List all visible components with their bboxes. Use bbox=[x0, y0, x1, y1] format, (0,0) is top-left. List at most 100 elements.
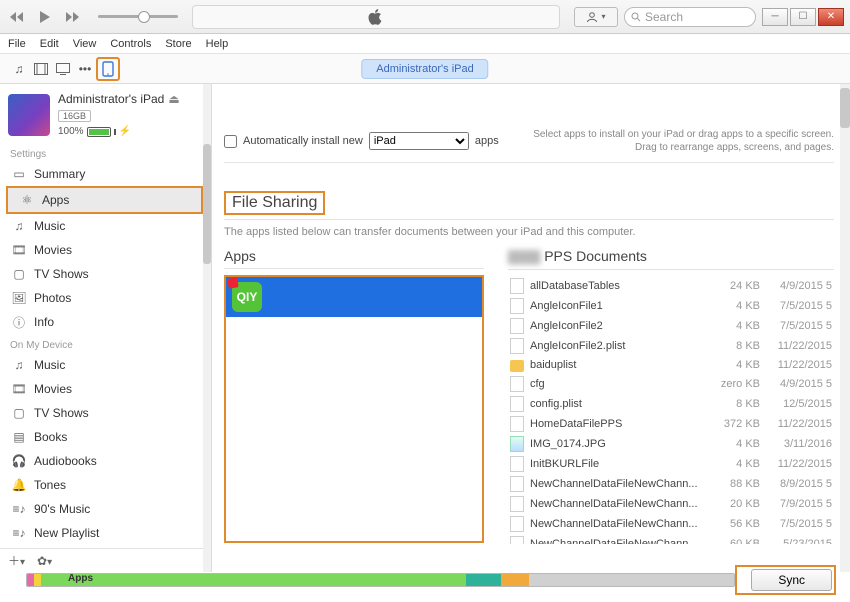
document-row[interactable]: HomeDataFilePPS372 KB11/22/2015 bbox=[508, 414, 834, 434]
sidebar-item-info[interactable]: ⓘInfo bbox=[0, 310, 211, 334]
menu-edit[interactable]: Edit bbox=[40, 38, 59, 50]
sidebar-item-od-90smusic[interactable]: ≡♪90's Music bbox=[0, 497, 211, 521]
docs-column-heading: ▇▇▇ PPS Documents bbox=[508, 248, 834, 270]
close-button[interactable]: ✕ bbox=[818, 8, 844, 26]
sidebar-item-od-movies[interactable]: 🎞Movies bbox=[0, 377, 211, 401]
menu-store[interactable]: Store bbox=[165, 38, 191, 50]
movies-icon: 🎞 bbox=[12, 382, 26, 396]
tv-tab-icon[interactable] bbox=[52, 58, 74, 80]
sidebar-item-photos[interactable]: 🖼Photos bbox=[0, 286, 211, 310]
file-icon bbox=[510, 278, 524, 294]
apple-logo-icon bbox=[368, 9, 384, 25]
prev-button[interactable] bbox=[6, 8, 28, 26]
document-row[interactable]: NewChannelDataFileNewChann...60 KB5/23/2… bbox=[508, 534, 834, 544]
sidebar-item-movies[interactable]: 🎞Movies bbox=[0, 238, 211, 262]
sidebar-item-od-tones[interactable]: 🔔Tones bbox=[0, 473, 211, 497]
document-date: 5/23/2015 bbox=[766, 538, 832, 544]
file-sharing-subheading: The apps listed below can transfer docum… bbox=[224, 226, 834, 238]
documents-list[interactable]: allDatabaseTables24 KB4/9/2015 5AngleIco… bbox=[508, 276, 834, 544]
document-row[interactable]: allDatabaseTables24 KB4/9/2015 5 bbox=[508, 276, 834, 296]
settings-section-label: Settings bbox=[0, 143, 211, 162]
document-date: 8/9/2015 5 bbox=[766, 478, 832, 490]
document-row[interactable]: IMG_0174.JPG4 KB3/11/2016 bbox=[508, 434, 834, 454]
document-size: 372 KB bbox=[708, 418, 760, 430]
file-icon bbox=[510, 416, 524, 432]
sidebar-scrollbar[interactable] bbox=[203, 84, 211, 572]
capacity-segment bbox=[501, 574, 529, 586]
capacity-segment bbox=[529, 574, 734, 586]
sidebar-item-od-music[interactable]: ♫Music bbox=[0, 353, 211, 377]
document-name: AngleIconFile2 bbox=[530, 320, 702, 332]
document-row[interactable]: baiduplist4 KB11/22/2015 bbox=[508, 356, 834, 374]
document-row[interactable]: AngleIconFile24 KB7/5/2015 5 bbox=[508, 316, 834, 336]
document-date: 11/22/2015 bbox=[766, 458, 832, 470]
file-icon bbox=[510, 298, 524, 314]
document-row[interactable]: InitBKURLFile4 KB11/22/2015 bbox=[508, 454, 834, 474]
document-row[interactable]: NewChannelDataFileNewChann...56 KB7/5/20… bbox=[508, 514, 834, 534]
apps-column-heading: Apps bbox=[224, 248, 484, 269]
document-row[interactable]: AngleIconFile2.plist8 KB11/22/2015 bbox=[508, 336, 834, 356]
document-name: HomeDataFilePPS bbox=[530, 418, 702, 430]
sync-button[interactable]: Sync bbox=[751, 569, 832, 591]
music-tab-icon[interactable]: ♫ bbox=[8, 58, 30, 80]
content-scrollbar[interactable] bbox=[840, 84, 850, 572]
document-row[interactable]: NewChannelDataFileNewChann... 88 KB 8/9/20… bbox=[508, 474, 834, 494]
media-tabbar: ♫ ••• Administrator's iPad bbox=[0, 54, 850, 84]
app-row-selected[interactable]: QIY bbox=[226, 277, 482, 317]
auto-install-select[interactable]: iPad bbox=[369, 132, 469, 150]
add-button[interactable]: ＋▾ bbox=[8, 552, 25, 569]
document-date: 11/22/2015 bbox=[766, 340, 832, 352]
device-name-pill[interactable]: Administrator's iPad bbox=[361, 59, 488, 79]
document-row[interactable]: AngleIconFile14 KB7/5/2015 5 bbox=[508, 296, 834, 316]
file-icon bbox=[510, 318, 524, 334]
volume-slider[interactable] bbox=[98, 15, 178, 18]
titlebar: ▾ Search ─ ☐ ✕ bbox=[0, 0, 850, 34]
sidebar-item-od-audiobooks[interactable]: 🎧Audiobooks bbox=[0, 449, 211, 473]
document-row[interactable]: config.plist8 KB12/5/2015 bbox=[508, 394, 834, 414]
image-file-icon bbox=[510, 436, 524, 452]
maximize-button[interactable]: ☐ bbox=[790, 8, 816, 26]
document-date: 4/9/2015 5 bbox=[766, 378, 832, 390]
next-button[interactable] bbox=[62, 8, 84, 26]
capacity-segment bbox=[34, 574, 41, 586]
eject-icon[interactable]: ⏏ bbox=[168, 92, 179, 106]
capacity-segment bbox=[27, 574, 34, 586]
sidebar-item-tvshows[interactable]: ▢TV Shows bbox=[0, 262, 211, 286]
device-tab-button[interactable] bbox=[96, 57, 120, 81]
more-tab-icon[interactable]: ••• bbox=[74, 58, 96, 80]
auto-install-checkbox[interactable] bbox=[224, 135, 237, 148]
music-icon: ♫ bbox=[12, 219, 26, 233]
document-row[interactable]: cfgzero KB4/9/2015 5 bbox=[508, 374, 834, 394]
document-row[interactable]: NewChannelDataFileNewChann...20 KB7/9/20… bbox=[508, 494, 834, 514]
menu-help[interactable]: Help bbox=[206, 38, 229, 50]
sidebar-item-od-newplaylist[interactable]: ≡♪New Playlist bbox=[0, 521, 211, 545]
movies-tab-icon[interactable] bbox=[30, 58, 52, 80]
settings-gear-button[interactable]: ✿▾ bbox=[37, 554, 52, 568]
search-field[interactable]: Search bbox=[624, 7, 756, 27]
document-size: 88 KB bbox=[708, 478, 760, 490]
account-button[interactable]: ▾ bbox=[574, 7, 618, 27]
sidebar: Administrator's iPad⏏ 16GB 100% ⚡ Settin… bbox=[0, 84, 212, 572]
sidebar-item-od-tv[interactable]: ▢TV Shows bbox=[0, 401, 211, 425]
sidebar-item-od-books[interactable]: ▤Books bbox=[0, 425, 211, 449]
sidebar-item-apps[interactable]: ⚛Apps bbox=[8, 188, 201, 212]
summary-icon: ▭ bbox=[12, 167, 26, 181]
document-name: AngleIconFile1 bbox=[530, 300, 702, 312]
menu-view[interactable]: View bbox=[73, 38, 97, 50]
document-date: 11/22/2015 bbox=[766, 359, 832, 371]
sidebar-item-summary[interactable]: ▭Summary bbox=[0, 162, 211, 186]
auto-install-label-post: apps bbox=[475, 135, 499, 147]
file-icon bbox=[510, 456, 524, 472]
device-thumbnail bbox=[8, 94, 50, 136]
document-size: 4 KB bbox=[708, 438, 760, 450]
minimize-button[interactable]: ─ bbox=[762, 8, 788, 26]
document-name: cfg bbox=[530, 378, 702, 390]
content: Automatically install new iPad apps Sele… bbox=[212, 84, 850, 572]
sidebar-item-music[interactable]: ♫Music bbox=[0, 214, 211, 238]
play-button[interactable] bbox=[34, 8, 56, 26]
menu-file[interactable]: File bbox=[8, 38, 26, 50]
menu-controls[interactable]: Controls bbox=[110, 38, 151, 50]
apps-list[interactable]: QIY bbox=[224, 275, 484, 543]
device-capacity: 16GB bbox=[58, 110, 91, 122]
document-name: NewChannelDataFileNewChann... bbox=[530, 478, 702, 490]
